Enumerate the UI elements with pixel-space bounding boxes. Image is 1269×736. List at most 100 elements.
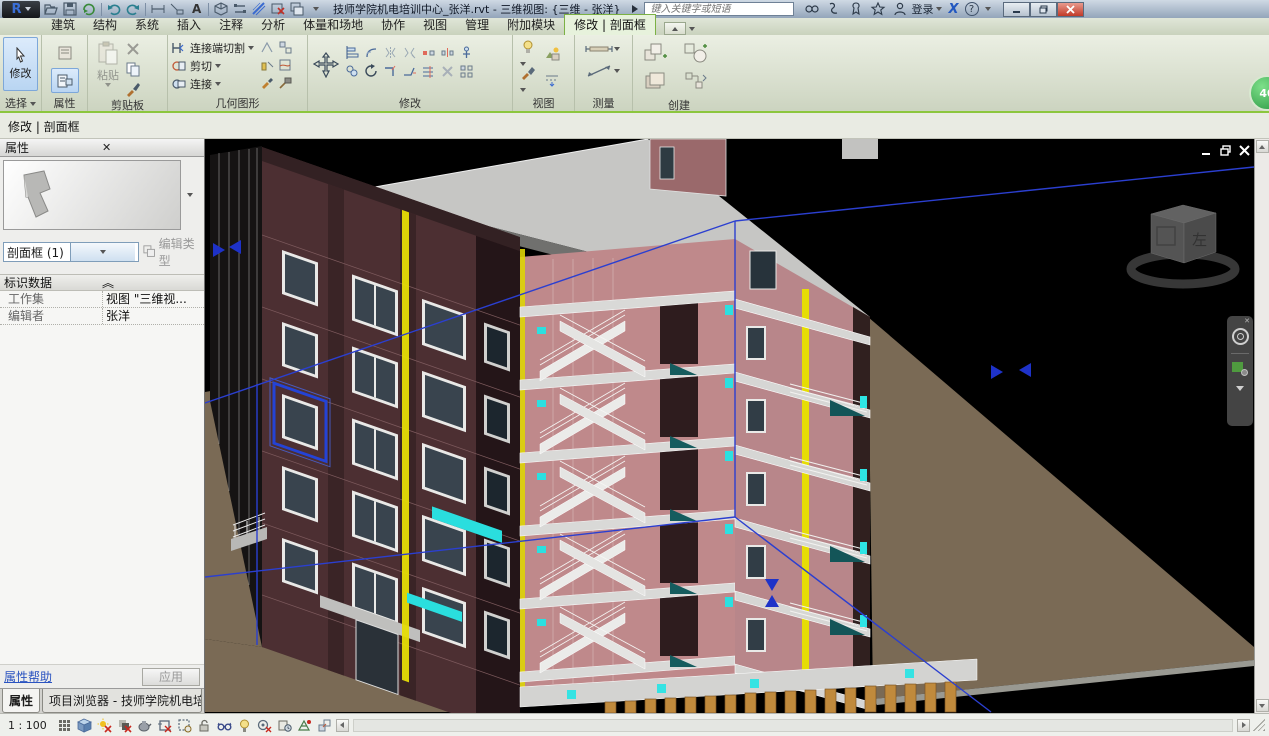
paint-icon[interactable] <box>260 76 278 94</box>
temporary-hide-isolate-icon[interactable] <box>216 717 233 734</box>
tab-project-browser[interactable]: 项目浏览器 - 技师学院机电培训... <box>42 689 202 713</box>
unlocked-3d-view-icon[interactable] <box>196 717 213 734</box>
preview-dropdown-icon[interactable] <box>187 193 193 197</box>
tab-structure[interactable]: 结构 <box>84 15 126 35</box>
split-face-icon[interactable] <box>278 58 296 76</box>
horizontal-scrollbar[interactable] <box>353 719 1233 732</box>
ribbon-minimize-button[interactable] <box>664 22 686 35</box>
view-restore-icon[interactable] <box>1220 145 1231 159</box>
chevron-down-icon[interactable] <box>70 243 134 261</box>
tab-analyze[interactable]: 分析 <box>252 15 294 35</box>
tab-addins[interactable]: 附加模块 <box>498 15 564 35</box>
section-identity-data[interactable]: 标识数据 ︽ <box>0 274 204 291</box>
reveal-hidden-elements-icon[interactable] <box>236 717 253 734</box>
cut-icon[interactable] <box>125 41 141 57</box>
view-minimize-icon[interactable] <box>1201 145 1212 159</box>
cut-geometry-button[interactable]: 剪切 <box>171 58 254 74</box>
property-row-edited-by[interactable]: 编辑者 张洋 <box>0 308 204 325</box>
type-properties-button[interactable] <box>51 40 79 65</box>
tab-view[interactable]: 视图 <box>414 15 456 35</box>
rotate-icon[interactable] <box>364 64 379 79</box>
trim-multiple-icon[interactable] <box>421 64 436 79</box>
create-assembly-icon[interactable] <box>643 70 669 97</box>
graphic-display-icon[interactable] <box>520 65 536 95</box>
beam-joins-icon[interactable] <box>278 40 296 58</box>
tab-massing-site[interactable]: 体量和场地 <box>294 15 372 35</box>
sign-in[interactable]: 登录 <box>892 1 942 17</box>
render-icon[interactable] <box>544 46 560 62</box>
zoom-icon[interactable] <box>1232 362 1248 376</box>
tab-manage[interactable]: 管理 <box>456 15 498 35</box>
move-icon[interactable] <box>313 52 339 81</box>
sun-path-icon[interactable] <box>96 717 113 734</box>
split-gap-icon[interactable] <box>440 45 455 60</box>
resize-grip[interactable] <box>1253 719 1265 731</box>
search-input[interactable] <box>648 3 790 15</box>
panel-properties-label[interactable]: 属性 <box>42 96 87 111</box>
search-icon[interactable] <box>804 1 820 17</box>
worksharing-display-icon[interactable] <box>256 717 273 734</box>
navbar-close-icon[interactable]: ✕ <box>1244 318 1250 324</box>
panel-select-label[interactable]: 选择 <box>0 96 41 111</box>
join-end-cut-button[interactable]: 连接端切割 <box>171 40 254 56</box>
restore-button[interactable] <box>1030 2 1057 17</box>
paste-button[interactable]: 粘贴 <box>91 37 125 91</box>
properties-palette-button[interactable] <box>51 68 79 93</box>
application-menu-button[interactable]: R <box>2 1 40 18</box>
analytical-model-icon[interactable] <box>296 717 313 734</box>
create-group-icon[interactable] <box>643 42 669 69</box>
measure-along-icon[interactable] <box>584 63 620 79</box>
mirror-axis-icon[interactable] <box>383 45 398 60</box>
building-front-facade[interactable] <box>262 147 520 713</box>
trim-single-icon[interactable] <box>402 64 417 79</box>
match-type-icon[interactable] <box>125 81 141 97</box>
view-scale[interactable]: 1 : 100 <box>8 719 47 732</box>
mirror-draw-icon[interactable] <box>402 45 417 60</box>
properties-title-bar[interactable]: 属性 ✕ <box>0 139 204 157</box>
remove-hidden-lines-icon[interactable] <box>544 72 560 88</box>
create-similar-icon[interactable] <box>683 42 709 69</box>
delete-icon[interactable] <box>440 64 455 79</box>
scroll-down-icon[interactable] <box>1256 699 1269 712</box>
chevron-down-icon[interactable] <box>985 7 991 11</box>
hscroll-right-icon[interactable] <box>1237 719 1250 732</box>
communication-icon[interactable] <box>848 1 864 17</box>
3d-view-canvas[interactable]: 左 <box>205 139 1254 713</box>
vertical-scrollbar[interactable] <box>1254 139 1269 713</box>
wall-joins-icon[interactable] <box>260 40 278 58</box>
trim-corner-icon[interactable] <box>383 64 398 79</box>
close-icon[interactable]: ✕ <box>102 141 199 154</box>
exchange-apps-icon[interactable]: X <box>948 2 958 17</box>
property-row-workset[interactable]: 工作集 视图 "三维视... <box>0 291 204 308</box>
join-geometry-button[interactable]: 连接 <box>171 76 254 92</box>
search-box[interactable] <box>644 2 794 16</box>
create-parts-icon[interactable] <box>683 70 709 97</box>
detail-level-icon[interactable] <box>56 717 73 734</box>
steering-wheel-icon[interactable] <box>1232 328 1249 345</box>
pin-icon[interactable] <box>459 45 474 60</box>
building-right-block[interactable] <box>735 239 870 710</box>
edit-type-button[interactable]: 编辑类型 <box>143 235 201 269</box>
tab-insert[interactable]: 插入 <box>168 15 210 35</box>
tab-systems[interactable]: 系统 <box>126 15 168 35</box>
title-overflow-icon[interactable] <box>632 5 638 13</box>
navbar-chevron-icon[interactable] <box>1236 386 1244 391</box>
displacement-sets-icon[interactable] <box>316 717 333 734</box>
measure-between-icon[interactable] <box>584 43 620 55</box>
unjoin-icon[interactable] <box>260 58 278 76</box>
apply-button[interactable]: 应用 <box>142 668 200 686</box>
drawing-area[interactable]: 左 ✕ <box>205 139 1254 713</box>
ribbon-state-icon[interactable] <box>689 27 695 31</box>
demolish-icon[interactable] <box>278 76 296 94</box>
close-button[interactable] <box>1057 2 1084 17</box>
array-icon[interactable] <box>459 64 474 79</box>
tab-collaborate[interactable]: 协作 <box>372 15 414 35</box>
help-icon[interactable]: ? <box>965 2 979 16</box>
tab-properties[interactable]: 属性 <box>2 689 40 713</box>
crop-region-icon[interactable] <box>176 717 193 734</box>
properties-help-link[interactable]: 属性帮助 <box>4 668 142 685</box>
split-element-icon[interactable] <box>421 45 436 60</box>
view-close-icon[interactable] <box>1239 145 1250 159</box>
subscription-icon[interactable] <box>826 1 842 17</box>
type-selector[interactable]: 剖面框 (1) <box>3 242 139 262</box>
